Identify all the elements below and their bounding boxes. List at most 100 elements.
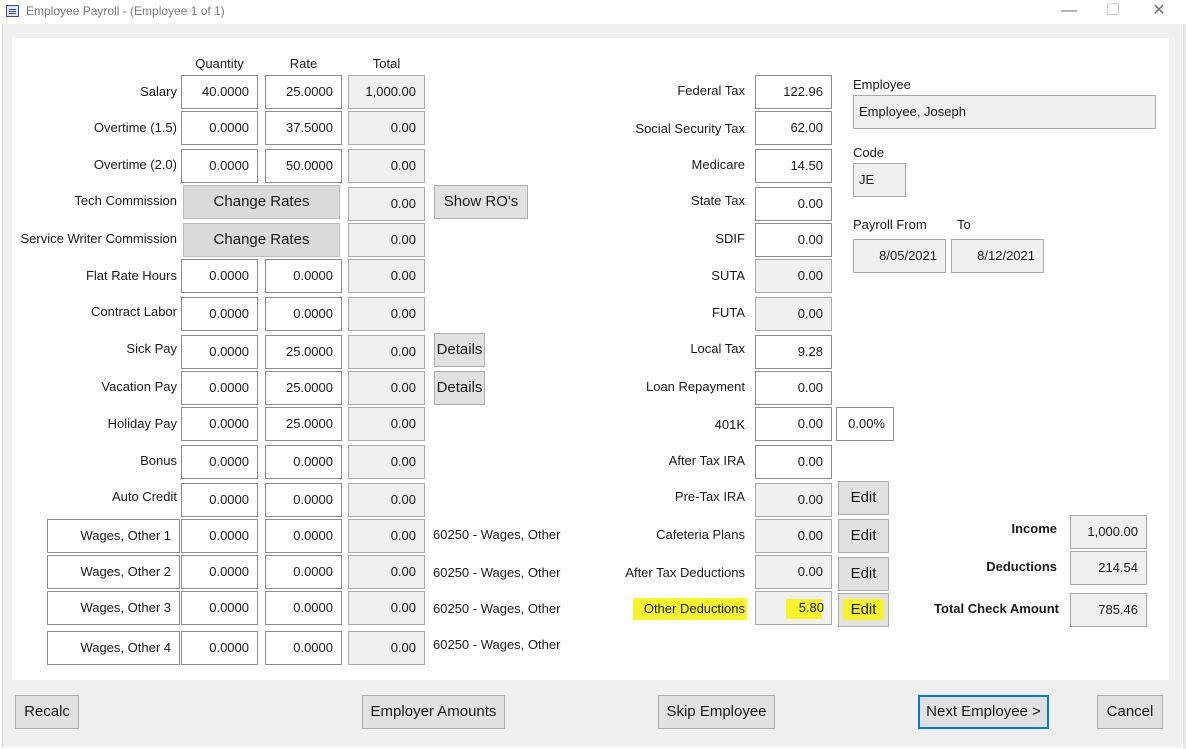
wages-other-2-name-input[interactable]: Wages, Other 2 bbox=[47, 555, 180, 589]
overtime-20-rate-input[interactable]: 50.0000 bbox=[265, 149, 342, 183]
social-security-tax-input[interactable]: 62.00 bbox=[755, 111, 832, 145]
pre-tax-ira-field: 0.00 bbox=[755, 483, 832, 517]
medicare-input[interactable]: 14.50 bbox=[755, 149, 832, 183]
next-employee-button[interactable]: Next Employee > bbox=[918, 695, 1049, 729]
overtime-15-rate-input[interactable]: 37.5000 bbox=[265, 111, 342, 145]
wages-other-1-quantity-input[interactable]: 0.0000 bbox=[181, 519, 258, 553]
sdif-input[interactable]: 0.00 bbox=[755, 223, 832, 257]
overtime-15-label: Overtime (1.5) bbox=[93, 120, 177, 135]
flat-rate-rate-input[interactable]: 0.0000 bbox=[265, 259, 342, 293]
code-label: Code bbox=[853, 145, 885, 160]
sick-pay-rate-input[interactable]: 25.0000 bbox=[265, 335, 342, 369]
bonus-quantity-input[interactable]: 0.0000 bbox=[181, 445, 258, 479]
wages-other-4-name-input[interactable]: Wages, Other 4 bbox=[47, 631, 180, 665]
holiday-pay-rate-input[interactable]: 25.0000 bbox=[265, 407, 342, 441]
other-deductions-edit-label[interactable]: Edit bbox=[838, 593, 889, 627]
after-tax-ira-input[interactable]: 0.00 bbox=[755, 445, 832, 479]
state-tax-input[interactable]: 0.00 bbox=[755, 187, 832, 221]
payroll-from-date-field: 8/05/2021 bbox=[853, 239, 946, 273]
cafeteria-plans-label: Cafeteria Plans bbox=[656, 527, 745, 542]
minimize-icon[interactable]: — bbox=[1049, 0, 1089, 24]
loan-repayment-label: Loan Repayment bbox=[645, 379, 745, 394]
wages-other-4-quantity-input[interactable]: 0.0000 bbox=[181, 631, 258, 665]
employee-code-field: JE bbox=[853, 163, 906, 197]
payroll-to-date-field: 8/12/2021 bbox=[951, 239, 1044, 273]
vacation-pay-label: Vacation Pay bbox=[101, 379, 177, 394]
holiday-pay-total-field: 0.00 bbox=[348, 407, 425, 441]
salary-rate-input[interactable]: 25.0000 bbox=[265, 75, 342, 109]
loan-repayment-input[interactable]: 0.00 bbox=[755, 371, 832, 405]
pre-tax-ira-edit-button[interactable]: Edit bbox=[838, 481, 889, 515]
salary-total-field: 1,000.00 bbox=[348, 75, 425, 109]
employer-amounts-button[interactable]: Employer Amounts bbox=[362, 695, 505, 729]
show-ros-button[interactable]: Show RO's bbox=[434, 185, 528, 219]
auto-credit-rate-input[interactable]: 0.0000 bbox=[265, 483, 342, 517]
overtime-20-label: Overtime (2.0) bbox=[93, 157, 177, 172]
wages-other-2-quantity-input[interactable]: 0.0000 bbox=[181, 555, 258, 589]
quantity-header: Quantity bbox=[195, 56, 244, 71]
holiday-pay-quantity-input[interactable]: 0.0000 bbox=[181, 407, 258, 441]
vacation-pay-rate-input[interactable]: 25.0000 bbox=[265, 371, 342, 405]
employee-name-field: Employee, Joseph bbox=[853, 95, 1156, 129]
sick-pay-total-field: 0.00 bbox=[348, 335, 425, 369]
overtime-15-quantity-input[interactable]: 0.0000 bbox=[181, 111, 258, 145]
federal-tax-input[interactable]: 122.96 bbox=[755, 75, 832, 109]
suta-label: SUTA bbox=[711, 268, 745, 283]
wages-other-3-name-input[interactable]: Wages, Other 3 bbox=[47, 591, 180, 625]
wages-other-3-quantity-input[interactable]: 0.0000 bbox=[181, 591, 258, 625]
rate-header: Rate bbox=[289, 56, 318, 71]
wages-other-4-rate-input[interactable]: 0.0000 bbox=[265, 631, 342, 665]
cafeteria-plans-edit-button[interactable]: Edit bbox=[838, 519, 889, 553]
401k-label: 401K bbox=[714, 417, 745, 432]
after-tax-deductions-edit-button[interactable]: Edit bbox=[838, 557, 889, 591]
wages-other-3-rate-input[interactable]: 0.0000 bbox=[265, 591, 342, 625]
sick-pay-details-button[interactable]: Details bbox=[434, 333, 485, 367]
after-tax-ira-label: After Tax IRA bbox=[668, 453, 745, 468]
wages-other-1-account: 60250 - Wages, Other bbox=[433, 527, 561, 542]
tech-commission-label: Tech Commission bbox=[74, 193, 177, 208]
window-title: Employee Payroll - (Employee 1 of 1) bbox=[26, 4, 225, 18]
401k-input[interactable]: 0.00 bbox=[755, 407, 832, 441]
tech-change-rates-button[interactable]: Change Rates bbox=[183, 185, 340, 219]
social-security-tax-label: Social Security Tax bbox=[635, 121, 745, 136]
close-icon[interactable]: ✕ bbox=[1139, 0, 1179, 24]
flat-rate-quantity-input[interactable]: 0.0000 bbox=[181, 259, 258, 293]
deductions-label: Deductions bbox=[986, 559, 1057, 574]
total-header: Total bbox=[372, 56, 401, 71]
sick-pay-quantity-input[interactable]: 0.0000 bbox=[181, 335, 258, 369]
auto-credit-quantity-input[interactable]: 0.0000 bbox=[181, 483, 258, 517]
suta-field: 0.00 bbox=[755, 259, 832, 293]
wages-other-3-total-field: 0.00 bbox=[348, 591, 425, 625]
401k-percent-input[interactable]: 0.00% bbox=[836, 407, 894, 441]
contract-labor-quantity-input[interactable]: 0.0000 bbox=[181, 297, 258, 331]
wages-other-2-rate-input[interactable]: 0.0000 bbox=[265, 555, 342, 589]
salary-label: Salary bbox=[140, 84, 177, 99]
holiday-pay-label: Holiday Pay bbox=[107, 416, 177, 431]
employee-label: Employee bbox=[853, 77, 911, 92]
federal-tax-label: Federal Tax bbox=[677, 83, 745, 98]
contract-labor-rate-input[interactable]: 0.0000 bbox=[265, 297, 342, 331]
other-deductions-value: 5.80 bbox=[798, 600, 824, 615]
skip-employee-button[interactable]: Skip Employee bbox=[658, 695, 775, 729]
other-deductions-label: Other Deductions bbox=[643, 601, 745, 616]
contract-labor-label: Contract Labor bbox=[91, 304, 177, 319]
flat-rate-hours-label: Flat Rate Hours bbox=[85, 268, 177, 283]
bonus-rate-input[interactable]: 0.0000 bbox=[265, 445, 342, 479]
contract-labor-total-field: 0.00 bbox=[348, 297, 425, 331]
recalc-button[interactable]: Recalc bbox=[15, 695, 79, 729]
wages-other-1-rate-input[interactable]: 0.0000 bbox=[265, 519, 342, 553]
overtime-20-quantity-input[interactable]: 0.0000 bbox=[181, 149, 258, 183]
auto-credit-label: Auto Credit bbox=[111, 489, 177, 504]
salary-quantity-input[interactable]: 40.0000 bbox=[181, 75, 258, 109]
app-icon bbox=[6, 5, 19, 17]
local-tax-input[interactable]: 9.28 bbox=[755, 335, 832, 369]
vacation-pay-total-field: 0.00 bbox=[348, 371, 425, 405]
bonus-total-field: 0.00 bbox=[348, 445, 425, 479]
vacation-pay-quantity-input[interactable]: 0.0000 bbox=[181, 371, 258, 405]
futa-field: 0.00 bbox=[755, 297, 832, 331]
wages-other-1-name-input[interactable]: Wages, Other 1 bbox=[47, 519, 180, 553]
after-tax-deductions-label: After Tax Deductions bbox=[625, 565, 745, 580]
cancel-button[interactable]: Cancel bbox=[1097, 695, 1163, 729]
vacation-pay-details-button[interactable]: Details bbox=[434, 371, 485, 405]
service-writer-change-rates-button[interactable]: Change Rates bbox=[183, 223, 340, 257]
